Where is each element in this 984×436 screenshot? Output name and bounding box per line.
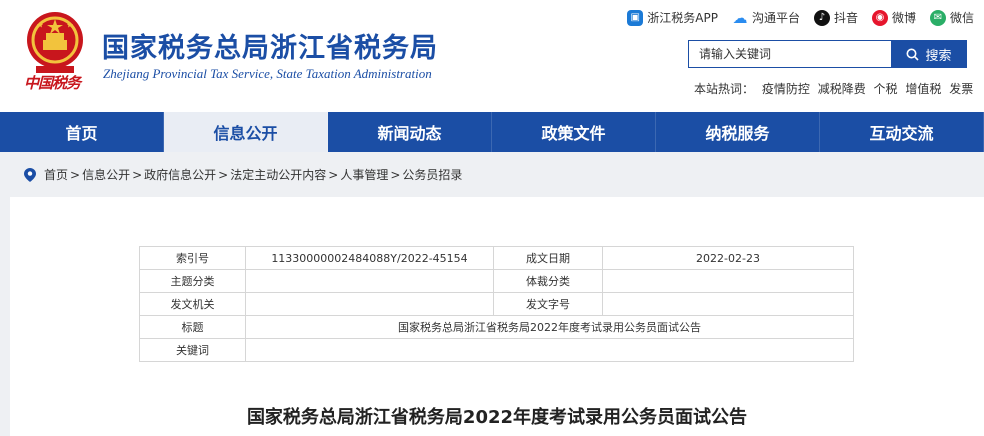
cloud-icon: ☁: [732, 8, 748, 27]
meta-label-genre: 体裁分类: [493, 269, 603, 293]
meta-label-topic: 主题分类: [139, 269, 246, 293]
meta-value-issuer: [245, 292, 494, 316]
table-row: 关键词: [139, 338, 854, 362]
breadcrumb-link[interactable]: 人事管理: [340, 166, 388, 183]
meta-label-index: 索引号: [139, 246, 246, 270]
table-row: 索引号 113300000024840​88Y/2022-45154 成文日期 …: [139, 246, 854, 270]
table-row: 发文机关 发文字号: [139, 292, 854, 316]
hot-word[interactable]: 疫情防控: [762, 82, 810, 96]
meta-label-title: 标题: [139, 315, 246, 339]
search-box: 搜索: [688, 40, 968, 68]
top-link-wechat[interactable]: ✉ 微信: [929, 9, 974, 26]
main-nav: 首页 信息公开 新闻动态 政策文件 纳税服务 互动交流: [0, 112, 984, 152]
hot-words: 本站热词： 疫情防控 减税降费 个税 增值税 发票: [694, 80, 977, 97]
site-subtitle: Zhejiang Provincial Tax Service, State T…: [103, 66, 432, 81]
top-link-douyin[interactable]: ♪ 抖音: [813, 9, 858, 26]
search-button-label: 搜索: [925, 48, 952, 64]
app-icon: ▣: [627, 9, 644, 26]
meta-value-title: 国家税务总局浙江省税务局2022年度考试录用公务员面试公告: [245, 315, 854, 339]
top-link-label: 微博: [891, 11, 916, 25]
top-link-weibo[interactable]: ◉ 微博: [871, 9, 916, 26]
meta-value-topic: [245, 269, 494, 293]
site-title[interactable]: 国家税务总局浙江省税务局: [102, 26, 438, 65]
nav-tab-news[interactable]: 新闻动态: [328, 112, 492, 152]
top-link-label: 抖音: [833, 11, 858, 25]
hot-words-label: 本站热词：: [694, 82, 755, 96]
nav-tab-policy[interactable]: 政策文件: [492, 112, 656, 152]
nav-tab-home[interactable]: 首页: [0, 112, 164, 152]
search-icon: [906, 48, 920, 61]
meta-label-issuer: 发文机关: [139, 292, 246, 316]
breadcrumb-separator: >: [132, 167, 143, 182]
meta-label-date: 成文日期: [493, 246, 603, 270]
wechat-icon: ✉: [929, 9, 946, 26]
breadcrumb-link[interactable]: 政府信息公开: [144, 166, 216, 183]
breadcrumb-separator: >: [218, 167, 229, 182]
breadcrumb-link[interactable]: 首页: [44, 166, 68, 183]
tax-brand-mark: 中国税务: [24, 74, 81, 92]
meta-value-keywords: [245, 338, 854, 362]
meta-label-docno: 发文字号: [493, 292, 603, 316]
top-link-label: 浙江税务APP: [647, 11, 718, 25]
hot-word[interactable]: 个税: [874, 82, 898, 96]
hot-word[interactable]: 增值税: [905, 82, 941, 96]
top-link-platform[interactable]: ☁ 沟通平台: [732, 8, 800, 27]
search-input[interactable]: [688, 40, 899, 68]
hot-word[interactable]: 减税降费: [818, 82, 866, 96]
top-link-app[interactable]: ▣ 浙江税务APP: [627, 9, 718, 26]
breadcrumb-link[interactable]: 信息公开: [82, 166, 130, 183]
meta-value-docno: [602, 292, 854, 316]
breadcrumb-link-current[interactable]: 公务员招录: [402, 166, 462, 183]
meta-value-date: 2022-02-23: [602, 246, 854, 270]
location-pin-icon: [24, 167, 36, 182]
top-link-label: 沟通平台: [751, 11, 800, 25]
site-header: 中国税务 国家税务总局浙江省税务局 Zhejiang Provincial Ta…: [0, 0, 984, 112]
top-link-label: 微信: [949, 11, 974, 25]
nav-tab-interaction[interactable]: 互动交流: [820, 112, 984, 152]
breadcrumb-separator: >: [390, 167, 401, 182]
weibo-icon: ◉: [871, 9, 888, 26]
douyin-icon: ♪: [813, 9, 830, 26]
table-row: 标题 国家税务总局浙江省税务局2022年度考试录用公务员面试公告: [139, 315, 854, 339]
table-row: 主题分类 体裁分类: [139, 269, 854, 293]
meta-value-genre: [602, 269, 854, 293]
meta-label-keywords: 关键词: [139, 338, 246, 362]
hot-word[interactable]: 发票: [949, 82, 973, 96]
nav-tab-tax-service[interactable]: 纳税服务: [656, 112, 820, 152]
document-meta-table: 索引号 113300000024840​88Y/2022-45154 成文日期 …: [139, 246, 854, 362]
top-links: ▣ 浙江税务APP ☁ 沟通平台 ♪ 抖音 ◉ 微博 ✉ 微信: [627, 8, 974, 27]
breadcrumb-link[interactable]: 法定主动公开内容: [230, 166, 326, 183]
meta-value-index: 113300000024840​88Y/2022-45154: [245, 246, 494, 270]
breadcrumb-separator: >: [70, 167, 81, 182]
article-panel: 索引号 113300000024840​88Y/2022-45154 成文日期 …: [10, 197, 984, 436]
search-button[interactable]: 搜索: [891, 40, 967, 68]
breadcrumb-separator: >: [328, 167, 339, 182]
national-emblem-icon: [27, 12, 83, 73]
article-title: 国家税务总局浙江省税务局2022年度考试录用公务员面试公告: [246, 407, 748, 428]
nav-tab-info-disclosure[interactable]: 信息公开: [164, 112, 328, 152]
breadcrumb: 首页 > 信息公开 > 政府信息公开 > 法定主动公开内容 > 人事管理 > 公务员招录: [24, 166, 462, 183]
